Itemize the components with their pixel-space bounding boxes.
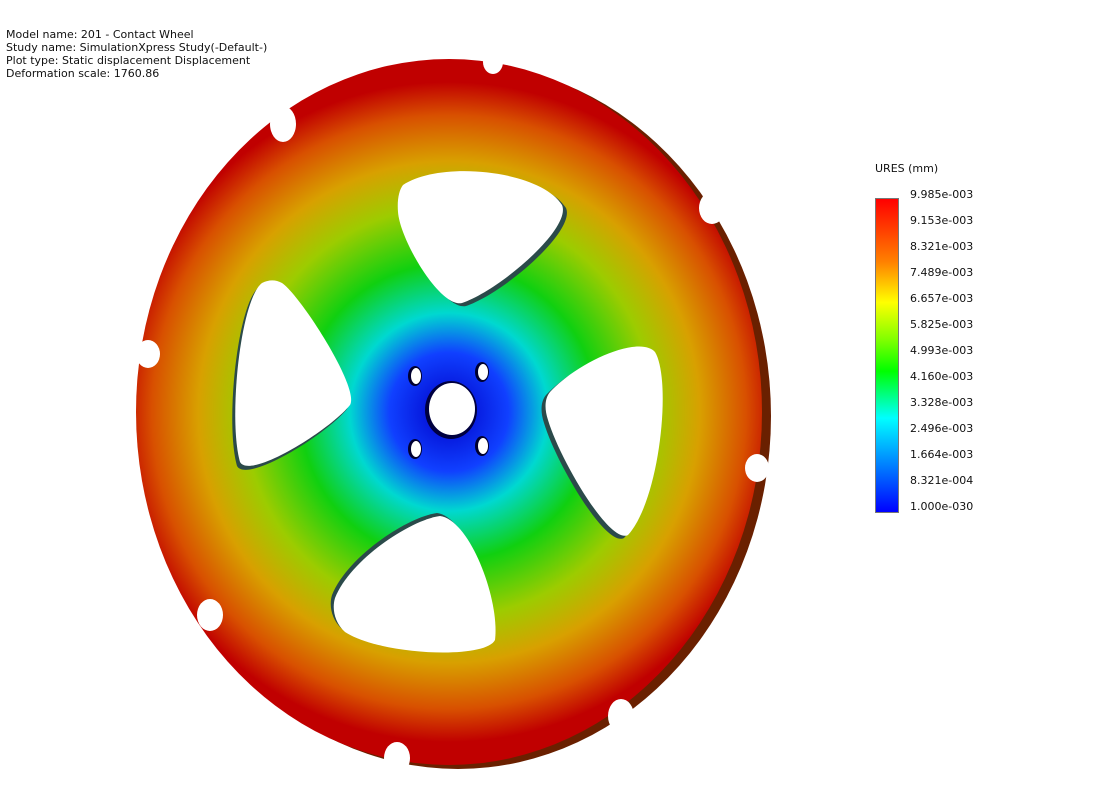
bolt-hole-top-left: [411, 368, 421, 384]
legend-title: URES (mm): [875, 162, 939, 175]
legend-label: 3.328e-003: [910, 396, 974, 409]
legend-label: 1.000e-030: [910, 500, 974, 513]
center-bore: [429, 383, 475, 435]
legend-label: 2.496e-003: [910, 422, 974, 435]
legend-color-bar: [875, 198, 899, 513]
legend-label: 6.657e-003: [910, 292, 974, 305]
legend-label: 1.664e-003: [910, 448, 974, 461]
legend-label: 7.489e-003: [910, 266, 974, 279]
bolt-hole-bottom-right: [478, 438, 488, 454]
legend-label: 8.321e-003: [910, 240, 974, 253]
bolt-hole-top-right: [478, 364, 488, 380]
legend-label: 4.993e-003: [910, 344, 974, 357]
legend-label: 5.825e-003: [910, 318, 974, 331]
legend-label: 8.321e-004: [910, 474, 974, 487]
bolt-hole-bottom-left: [411, 441, 421, 457]
legend-label: 9.153e-003: [910, 214, 974, 227]
legend-label: 4.160e-003: [910, 370, 974, 383]
legend-label: 9.985e-003: [910, 188, 974, 201]
